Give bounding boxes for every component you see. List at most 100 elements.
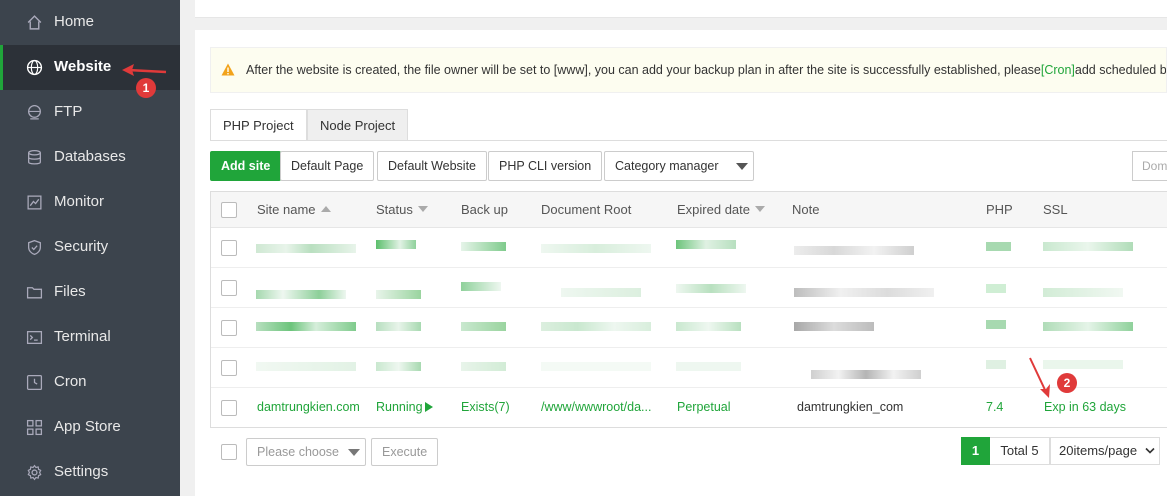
redacted-backup	[461, 242, 506, 251]
redacted-ssl	[1043, 288, 1123, 297]
document-root-link[interactable]: /www/wwwroot/da...	[541, 400, 651, 414]
table-row[interactable]	[211, 348, 1167, 388]
redacted-site-name	[256, 290, 346, 299]
row-checkbox[interactable]	[221, 400, 237, 416]
note-field[interactable]: damtrungkien_com	[797, 400, 903, 414]
cron-link[interactable]: [Cron]	[1041, 63, 1075, 77]
default-page-button[interactable]: Default Page	[280, 151, 375, 181]
redacted-expired	[676, 362, 741, 371]
php-cli-version-button[interactable]: PHP CLI version	[488, 151, 603, 181]
redacted-php	[986, 360, 1006, 369]
sidebar-item-databases[interactable]: Databases	[0, 135, 180, 180]
footer-select-all-checkbox[interactable]	[221, 444, 237, 460]
sidebar-item-label: Home	[54, 13, 95, 30]
redacted-expired	[676, 240, 736, 249]
sidebar-item-label: Security	[54, 238, 109, 255]
default-website-button[interactable]: Default Website	[377, 151, 488, 181]
sidebar-item-security[interactable]: Security	[0, 225, 180, 270]
clock-icon	[26, 374, 43, 391]
redacted-document-root	[561, 288, 641, 297]
table-row[interactable]: damtrungkien.com Running Exists(7) /www/…	[211, 388, 1167, 428]
expired-date-link[interactable]: Perpetual	[677, 400, 731, 414]
site-name-link[interactable]: damtrungkien.com	[257, 400, 360, 414]
sidebar-item-label: Cron	[54, 373, 87, 390]
header-expired-date[interactable]: Expired date	[677, 202, 765, 217]
sidebar-item-files[interactable]: Files	[0, 270, 180, 315]
per-page-select[interactable]: 20items/page	[1050, 437, 1160, 465]
sidebar-item-monitor[interactable]: Monitor	[0, 180, 180, 225]
sidebar-item-label: FTP	[54, 103, 83, 120]
redacted-backup	[461, 322, 506, 331]
sort-desc-icon	[755, 206, 765, 212]
redacted-document-root	[541, 362, 651, 371]
sidebar-item-home[interactable]: Home	[0, 0, 180, 45]
category-manager-label: Category manager	[615, 159, 719, 173]
redacted-note	[811, 370, 921, 379]
php-version-link[interactable]: 7.4	[986, 400, 1003, 414]
table-row[interactable]	[211, 228, 1167, 268]
redacted-php	[986, 242, 1011, 251]
redacted-expired	[676, 284, 746, 293]
sidebar-item-settings[interactable]: Settings	[0, 450, 180, 495]
row-checkbox[interactable]	[221, 280, 237, 296]
category-manager-select[interactable]: Category manager	[604, 151, 754, 181]
row-checkbox[interactable]	[221, 360, 237, 376]
batch-action-placeholder: Please choose	[257, 445, 340, 459]
redacted-note	[794, 322, 874, 331]
sort-desc-icon	[417, 206, 428, 212]
redacted-site-name	[256, 322, 356, 331]
terminal-icon	[26, 331, 43, 344]
sort-asc-icon	[320, 206, 331, 212]
table-header: Site name Status Back up Document Root E…	[211, 192, 1167, 228]
redacted-site-name	[256, 244, 356, 253]
header-status[interactable]: Status	[376, 202, 428, 217]
sidebar-item-label: Website	[54, 58, 112, 75]
batch-action-select[interactable]: Please choose	[246, 438, 366, 466]
execute-button[interactable]: Execute	[371, 438, 439, 466]
tab-divider	[210, 140, 1167, 141]
annotation-arrow-2	[1029, 357, 1050, 398]
page-1-button[interactable]: 1	[961, 437, 990, 465]
total-count: Total 5	[990, 437, 1050, 465]
row-checkbox[interactable]	[221, 240, 237, 256]
chevron-down-icon	[348, 449, 360, 456]
sidebar-item-label: App Store	[54, 418, 121, 435]
search-input[interactable]: Dom	[1132, 151, 1167, 181]
database-icon	[28, 149, 41, 165]
redacted-document-root	[541, 244, 651, 253]
redacted-status	[376, 290, 421, 299]
table-row[interactable]	[211, 268, 1167, 308]
website-panel: After the website is created, the file o…	[195, 30, 1167, 496]
select-all-checkbox[interactable]	[221, 202, 237, 218]
warning-icon	[221, 63, 235, 76]
chevron-down-icon	[1145, 447, 1155, 454]
ftp-icon	[28, 104, 41, 120]
redacted-status	[376, 362, 421, 371]
redacted-status	[376, 240, 416, 249]
ssl-status-link[interactable]: Exp in 63 days	[1044, 400, 1126, 414]
sidebar-item-cron[interactable]: Cron	[0, 360, 180, 405]
backup-link[interactable]: Exists(7)	[461, 400, 510, 414]
annotation-marker-2: 2	[1057, 373, 1077, 393]
info-notice: After the website is created, the file o…	[210, 47, 1167, 93]
sidebar-item-label: Terminal	[54, 328, 111, 345]
status-toggle[interactable]: Running	[376, 400, 433, 414]
notice-text: After the website is created, the file o…	[246, 63, 1167, 77]
chevron-down-icon	[736, 163, 748, 170]
folder-icon	[26, 287, 43, 299]
sidebar-item-label: Databases	[54, 148, 126, 165]
redacted-backup	[461, 362, 506, 371]
header-php: PHP	[986, 202, 1013, 217]
header-site-name[interactable]: Site name	[257, 202, 331, 217]
table-row[interactable]	[211, 308, 1167, 348]
gear-icon	[27, 464, 42, 481]
row-checkbox[interactable]	[221, 320, 237, 336]
sidebar-item-app-store[interactable]: App Store	[0, 405, 180, 450]
redacted-site-name	[256, 362, 356, 371]
sidebar-item-terminal[interactable]: Terminal	[0, 315, 180, 360]
sidebar-item-label: Files	[54, 283, 86, 300]
sidebar-item-label: Monitor	[54, 193, 105, 210]
add-site-button[interactable]: Add site	[210, 151, 282, 181]
tab-node-project[interactable]: Node Project	[307, 109, 409, 141]
tab-php-project[interactable]: PHP Project	[210, 109, 307, 141]
